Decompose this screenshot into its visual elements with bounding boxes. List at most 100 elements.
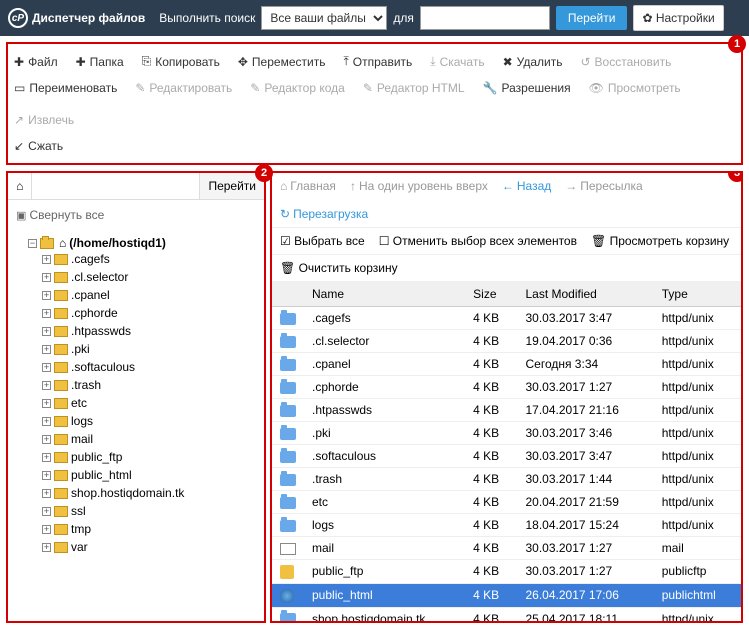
extract-button[interactable]: ↗ Извлечь: [14, 113, 74, 127]
compress-button[interactable]: ↙ Сжать: [14, 139, 63, 153]
table-row[interactable]: .softaculous 4 KB 30.03.2017 3:47 httpd/…: [272, 445, 741, 468]
path-input[interactable]: [32, 173, 199, 199]
edit-button[interactable]: ✎ Редактировать: [135, 81, 232, 95]
nav-reload-button[interactable]: ↻ Перезагрузка: [280, 207, 368, 221]
expand-icon[interactable]: +: [42, 453, 51, 462]
expand-icon[interactable]: +: [42, 543, 51, 552]
expand-icon[interactable]: +: [42, 471, 51, 480]
table-row[interactable]: public_html 4 KB 26.04.2017 17:06 public…: [272, 583, 741, 607]
table-row[interactable]: mail 4 KB 30.03.2017 1:27 mail: [272, 537, 741, 560]
rename-button[interactable]: ▭ Переименовать: [14, 81, 117, 95]
tree-node[interactable]: + public_ftp: [42, 450, 258, 464]
table-row[interactable]: .cphorde 4 KB 30.03.2017 1:27 httpd/unix: [272, 376, 741, 399]
table-row[interactable]: .cl.selector 4 KB 19.04.2017 0:36 httpd/…: [272, 330, 741, 353]
col-modified[interactable]: Last Modified: [517, 282, 653, 307]
move-button[interactable]: ✥ Переместить: [238, 55, 326, 69]
tree-node[interactable]: + .htpasswds: [42, 324, 258, 338]
tree-node[interactable]: + var: [42, 540, 258, 554]
expand-icon[interactable]: +: [42, 489, 51, 498]
tree-node[interactable]: + .cphorde: [42, 306, 258, 320]
folder-icon: [54, 524, 68, 535]
expand-icon[interactable]: +: [42, 327, 51, 336]
folder-tree: − ⌂ (/home/hostiqd1) + .cagefs + .cl.sel…: [8, 230, 264, 621]
home-icon[interactable]: ⌂: [8, 173, 32, 199]
search-scope-select[interactable]: Все ваши файлы: [261, 6, 387, 30]
tree-node[interactable]: + .trash: [42, 378, 258, 392]
settings-button[interactable]: ✿ Настройки: [633, 5, 723, 31]
expand-icon[interactable]: +: [42, 381, 51, 390]
nav-home-button[interactable]: ⌂ Главная: [280, 179, 336, 193]
tree-root[interactable]: − ⌂ (/home/hostiqd1): [28, 236, 258, 250]
tree-label: .pki: [71, 342, 90, 356]
upload-button[interactable]: ⤒ Отправить: [343, 54, 412, 69]
html-editor-button[interactable]: ✎ Редактор HTML: [363, 81, 465, 95]
expand-icon[interactable]: +: [42, 345, 51, 354]
delete-button[interactable]: ✖ Удалить: [503, 55, 563, 69]
table-row[interactable]: .cpanel 4 KB Сегодня 3:34 httpd/unix: [272, 353, 741, 376]
view-trash-button[interactable]: 🗑 Просмотреть корзину: [591, 234, 729, 248]
nav-back-button[interactable]: ← Назад: [502, 179, 551, 193]
table-row[interactable]: public_ftp 4 KB 30.03.2017 1:27 publicft…: [272, 560, 741, 584]
app-header: cP Диспетчер файлов Выполнить поиск Все …: [0, 0, 749, 36]
collapse-all-button[interactable]: ▣ Свернуть все: [8, 200, 264, 230]
table-row[interactable]: etc 4 KB 20.04.2017 21:59 httpd/unix: [272, 491, 741, 514]
nav-up-button[interactable]: ↑ На один уровень вверх: [350, 179, 488, 193]
empty-trash-button[interactable]: 🗑 Очистить корзину: [280, 261, 398, 275]
search-input[interactable]: [420, 6, 550, 30]
cell-modified: 17.04.2017 21:16: [517, 399, 653, 422]
nav-forward-button[interactable]: → Пересылка: [565, 179, 642, 193]
tree-node[interactable]: + logs: [42, 414, 258, 428]
expand-icon[interactable]: +: [42, 273, 51, 282]
file-button[interactable]: ✚ Файл: [14, 55, 58, 69]
expand-icon[interactable]: +: [42, 255, 51, 264]
for-label: для: [393, 11, 414, 25]
table-row[interactable]: .trash 4 KB 30.03.2017 1:44 httpd/unix: [272, 468, 741, 491]
col-size[interactable]: Size: [465, 282, 517, 307]
search-go-button[interactable]: Перейти: [556, 6, 628, 30]
tree-node[interactable]: + public_html: [42, 468, 258, 482]
cell-modified: 30.03.2017 1:27: [517, 560, 653, 584]
tree-node[interactable]: + shop.hostiqdomain.tk: [42, 486, 258, 500]
tree-node[interactable]: + .cagefs: [42, 252, 258, 266]
expand-icon[interactable]: +: [42, 525, 51, 534]
tree-node[interactable]: + mail: [42, 432, 258, 446]
tree-node[interactable]: + etc: [42, 396, 258, 410]
expand-icon[interactable]: +: [42, 399, 51, 408]
table-row[interactable]: .cagefs 4 KB 30.03.2017 3:47 httpd/unix: [272, 307, 741, 330]
cell-type: httpd/unix: [654, 422, 741, 445]
tree-node[interactable]: + tmp: [42, 522, 258, 536]
tree-node[interactable]: + .softaculous: [42, 360, 258, 374]
folder-icon: [54, 254, 68, 265]
path-go-button[interactable]: Перейти: [199, 173, 264, 199]
select-all-button[interactable]: ☑ Выбрать все: [280, 234, 365, 248]
code-editor-button[interactable]: ✎ Редактор кода: [250, 81, 345, 95]
copy-button[interactable]: ⎘ Копировать: [142, 54, 220, 69]
tree-node[interactable]: + .pki: [42, 342, 258, 356]
permissions-button[interactable]: 🔧 Разрешения: [483, 81, 571, 95]
restore-button[interactable]: ↺ Восстановить: [580, 55, 671, 69]
tree-node[interactable]: + ssl: [42, 504, 258, 518]
download-button[interactable]: ⤓ Скачать: [430, 54, 484, 69]
table-row[interactable]: logs 4 KB 18.04.2017 15:24 httpd/unix: [272, 514, 741, 537]
tree-label: .cpanel: [71, 288, 110, 302]
folder-icon: [54, 326, 68, 337]
collapse-icon[interactable]: −: [28, 239, 37, 248]
expand-icon[interactable]: +: [42, 435, 51, 444]
col-type[interactable]: Type: [654, 282, 741, 307]
expand-icon[interactable]: +: [42, 363, 51, 372]
unselect-all-button[interactable]: ☐ Отменить выбор всех элементов: [379, 234, 577, 248]
table-row[interactable]: shop.hostiqdomain.tk 4 KB 25.04.2017 18:…: [272, 607, 741, 621]
table-row[interactable]: .htpasswds 4 KB 17.04.2017 21:16 httpd/u…: [272, 399, 741, 422]
expand-icon[interactable]: +: [42, 417, 51, 426]
view-button[interactable]: 👁 Просмотреть: [589, 81, 681, 95]
cell-name: .htpasswds: [304, 399, 465, 422]
folder-icon: [54, 362, 68, 373]
expand-icon[interactable]: +: [42, 309, 51, 318]
col-name[interactable]: Name: [304, 282, 465, 307]
tree-node[interactable]: + .cpanel: [42, 288, 258, 302]
table-row[interactable]: .pki 4 KB 30.03.2017 3:46 httpd/unix: [272, 422, 741, 445]
expand-icon[interactable]: +: [42, 507, 51, 516]
expand-icon[interactable]: +: [42, 291, 51, 300]
folder-button[interactable]: ✚ Папка: [76, 55, 124, 69]
tree-node[interactable]: + .cl.selector: [42, 270, 258, 284]
